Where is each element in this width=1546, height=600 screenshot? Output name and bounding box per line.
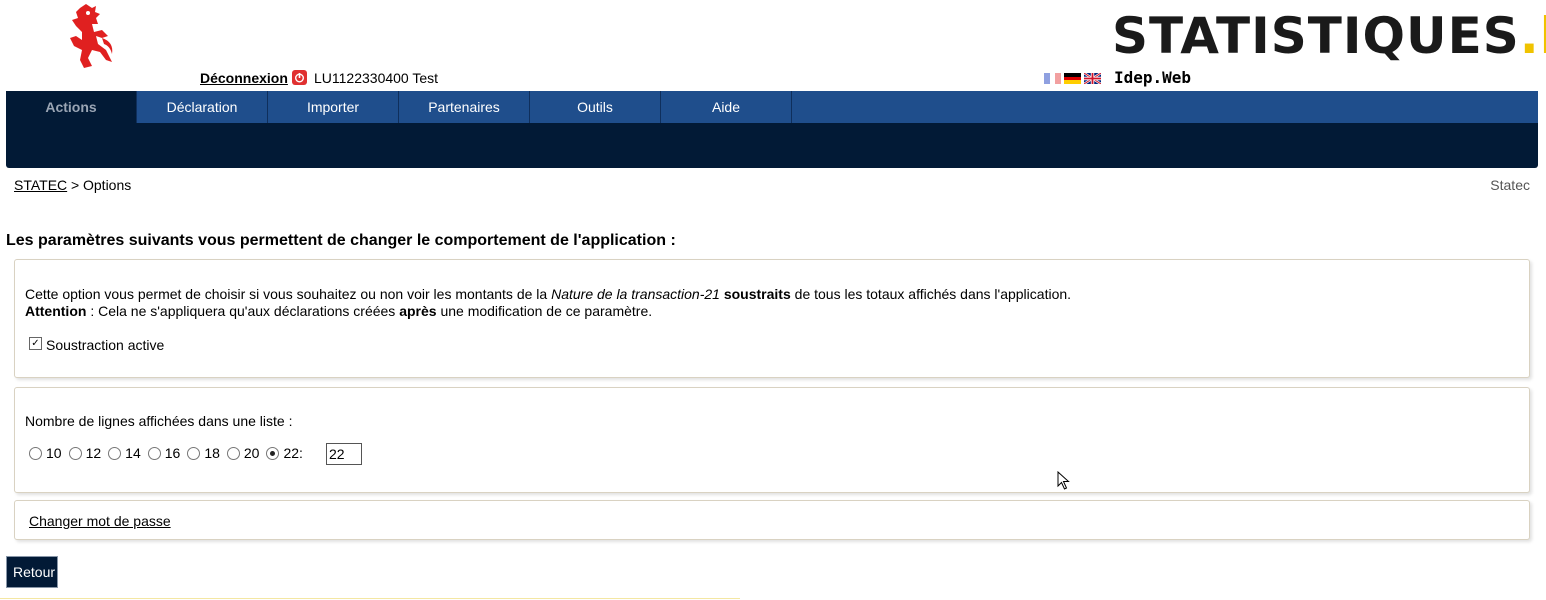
list-lines-label: Nombre de lignes affichées dans une list…: [25, 413, 293, 429]
radio-label-16: 16: [164, 445, 181, 461]
radio-20[interactable]: [226, 446, 240, 460]
brand-suffix: lu: [1540, 7, 1546, 65]
app-name: Idep.Web: [1114, 68, 1192, 87]
radio-10[interactable]: [29, 446, 42, 460]
tab-actions[interactable]: Actions: [6, 91, 137, 123]
radio-label-14: 14: [125, 445, 141, 461]
logout-link[interactable]: Déconnexion: [200, 70, 288, 86]
list-lines-option-panel: Nombre de lignes affichées dans une list…: [14, 387, 1530, 493]
change-password-link[interactable]: Changer mot de passe: [29, 513, 171, 529]
power-icon[interactable]: [292, 70, 307, 85]
radio-16[interactable]: [147, 446, 161, 460]
password-panel: Changer mot de passe: [14, 500, 1530, 540]
list-lines-radio-group: 10 12 14 16 18 20 22:: [29, 445, 310, 461]
radio-label-20: 20: [243, 445, 260, 461]
custom-lines-input[interactable]: [326, 443, 362, 465]
german-flag-icon[interactable]: [1064, 73, 1081, 84]
back-button[interactable]: Retour: [6, 556, 58, 588]
radio-18[interactable]: [187, 446, 201, 460]
subtraction-checkbox-label[interactable]: Soustraction active: [46, 337, 164, 353]
tab-importer[interactable]: Importer: [268, 91, 399, 123]
statistiques-lu-logo: STATISTIQUES.lu: [1112, 8, 1546, 64]
english-flag-icon[interactable]: [1084, 73, 1101, 84]
tab-aide[interactable]: Aide: [661, 91, 792, 123]
radio-label-12: 12: [85, 445, 102, 461]
tab-outils[interactable]: Outils: [530, 91, 661, 123]
mouse-cursor-icon: [1057, 471, 1070, 490]
french-flag-icon[interactable]: [1044, 73, 1061, 84]
radio-label-10: 10: [46, 445, 62, 461]
breadcrumb-statec-link[interactable]: STATEC: [14, 177, 67, 193]
radio-12[interactable]: [68, 446, 82, 460]
tab-declaration[interactable]: Déclaration: [137, 91, 268, 123]
organization-label: Statec: [1490, 177, 1530, 193]
brand-dot: .: [1519, 7, 1540, 65]
breadcrumb-separator: >: [71, 177, 80, 193]
user-identity: LU1122330400 Test: [314, 70, 439, 86]
radio-label-18: 18: [204, 445, 220, 461]
breadcrumb-current: Options: [83, 177, 132, 193]
page-intro: Les paramètres suivants vous permettent …: [6, 232, 676, 249]
subtraction-option-panel: Cette option vous permet de choisir si v…: [14, 259, 1530, 378]
radio-label-custom: 22:: [283, 445, 303, 461]
nav-tabs: Actions Déclaration Importer Partenaires…: [6, 91, 1538, 123]
radio-14[interactable]: [108, 446, 122, 460]
attention-note: Attention : Cela ne s'appliquera qu'aux …: [25, 303, 653, 319]
luxembourg-lion-logo: [70, 4, 113, 68]
subtraction-description: Cette option vous permet de choisir si v…: [25, 286, 1072, 302]
footer-divider: [0, 598, 740, 599]
brand-main: STATISTIQUES: [1112, 7, 1520, 65]
tab-partenaires[interactable]: Partenaires: [399, 91, 530, 123]
subtraction-checkbox[interactable]: ✓: [29, 337, 42, 350]
radio-custom[interactable]: [266, 446, 280, 460]
